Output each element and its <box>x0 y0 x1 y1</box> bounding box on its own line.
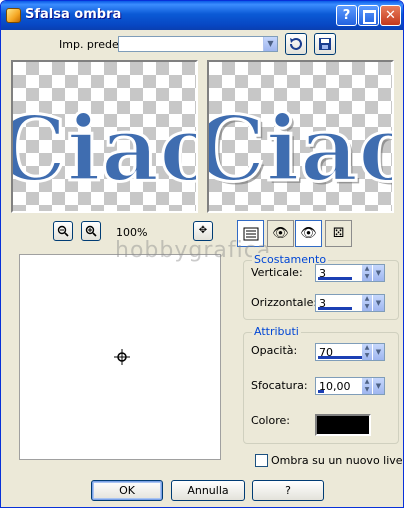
attributes-group-title: Attributi <box>252 325 301 338</box>
save-icon <box>319 38 331 50</box>
zoom-in-button[interactable] <box>81 221 101 241</box>
opacity-slider[interactable] <box>318 356 364 359</box>
blur-label: Sfocatura: <box>251 379 308 392</box>
vertical-label: Verticale: <box>251 266 303 279</box>
chevron-down-icon[interactable]: ▼ <box>373 265 384 281</box>
chevron-down-icon[interactable]: ▼ <box>373 344 384 360</box>
spin-updown-icon[interactable]: ▲ ▼ <box>362 344 372 360</box>
reset-icon <box>290 38 302 50</box>
maximize-button[interactable] <box>358 5 379 26</box>
title-bar[interactable]: Sfalsa ombra ? ✕ <box>1 1 403 30</box>
shadow-color-swatch[interactable] <box>315 414 371 436</box>
chevron-down-icon[interactable]: ▼ <box>373 378 384 394</box>
reset-button[interactable] <box>285 33 307 55</box>
close-icon: ✕ <box>385 8 396 23</box>
dice-icon: ⚄ <box>332 226 345 241</box>
move-icon: ✥ <box>198 225 208 236</box>
help-icon: ? <box>342 8 351 23</box>
blur-spinner[interactable]: 10,00 ▲ ▼ ▼ <box>315 377 385 395</box>
cancel-button[interactable]: Annulla <box>171 480 245 501</box>
original-preview[interactable]: Ciao <box>11 60 198 213</box>
window-title: Sfalsa ombra <box>25 7 122 22</box>
zoom-out-icon <box>57 225 69 237</box>
help-button[interactable]: ? <box>252 480 324 501</box>
preset-dropdown[interactable]: ▼ <box>118 36 278 52</box>
spin-updown-icon[interactable]: ▲ ▼ <box>362 378 372 394</box>
result-preview[interactable]: Ciao Ciao <box>207 60 394 213</box>
vertical-spinner[interactable]: 3 ▲ ▼ ▼ <box>315 264 385 282</box>
new-layer-checkbox[interactable] <box>255 454 268 467</box>
spin-updown-icon[interactable]: ▲ ▼ <box>362 295 372 311</box>
preview-text-original: Ciao <box>13 96 198 202</box>
new-layer-label: Ombra su un nuovo livello <box>271 454 404 467</box>
crosshair-icon <box>114 349 130 365</box>
opacity-label: Opacità: <box>251 344 298 357</box>
zoom-out-button[interactable] <box>53 221 73 241</box>
color-label: Colore: <box>251 414 290 427</box>
eye-icon: 👁 <box>272 226 289 241</box>
horizontal-label: Orizzontale: <box>251 296 318 309</box>
zoom-in-icon <box>85 225 97 237</box>
horizontal-slider[interactable] <box>318 307 352 310</box>
proof-eye-icon: 👁 <box>300 226 317 241</box>
save-preset-button[interactable] <box>314 33 336 55</box>
dialog-window: Sfalsa ombra ? ✕ Imp. predef.: ▼ Ciao Ci… <box>0 0 404 508</box>
close-button[interactable]: ✕ <box>380 5 401 26</box>
blur-slider[interactable] <box>318 390 324 393</box>
randomize-button[interactable]: ⚄ <box>325 220 352 247</box>
offset-canvas[interactable] <box>19 254 221 460</box>
chevron-down-icon[interactable]: ▼ <box>373 295 384 311</box>
help-title-button[interactable]: ? <box>336 5 357 26</box>
ok-button[interactable]: OK <box>91 480 163 501</box>
app-icon <box>6 8 21 23</box>
vertical-slider[interactable] <box>318 277 352 280</box>
preview-text-result: Ciao <box>209 96 394 202</box>
spin-updown-icon[interactable]: ▲ ▼ <box>362 265 372 281</box>
proof-button[interactable]: 👁 <box>295 220 322 247</box>
maximize-icon <box>363 10 376 24</box>
horizontal-spinner[interactable]: 3 ▲ ▼ ▼ <box>315 294 385 312</box>
opacity-spinner[interactable]: 70 ▲ ▼ ▼ <box>315 343 385 361</box>
chevron-down-icon[interactable]: ▼ <box>263 37 277 51</box>
